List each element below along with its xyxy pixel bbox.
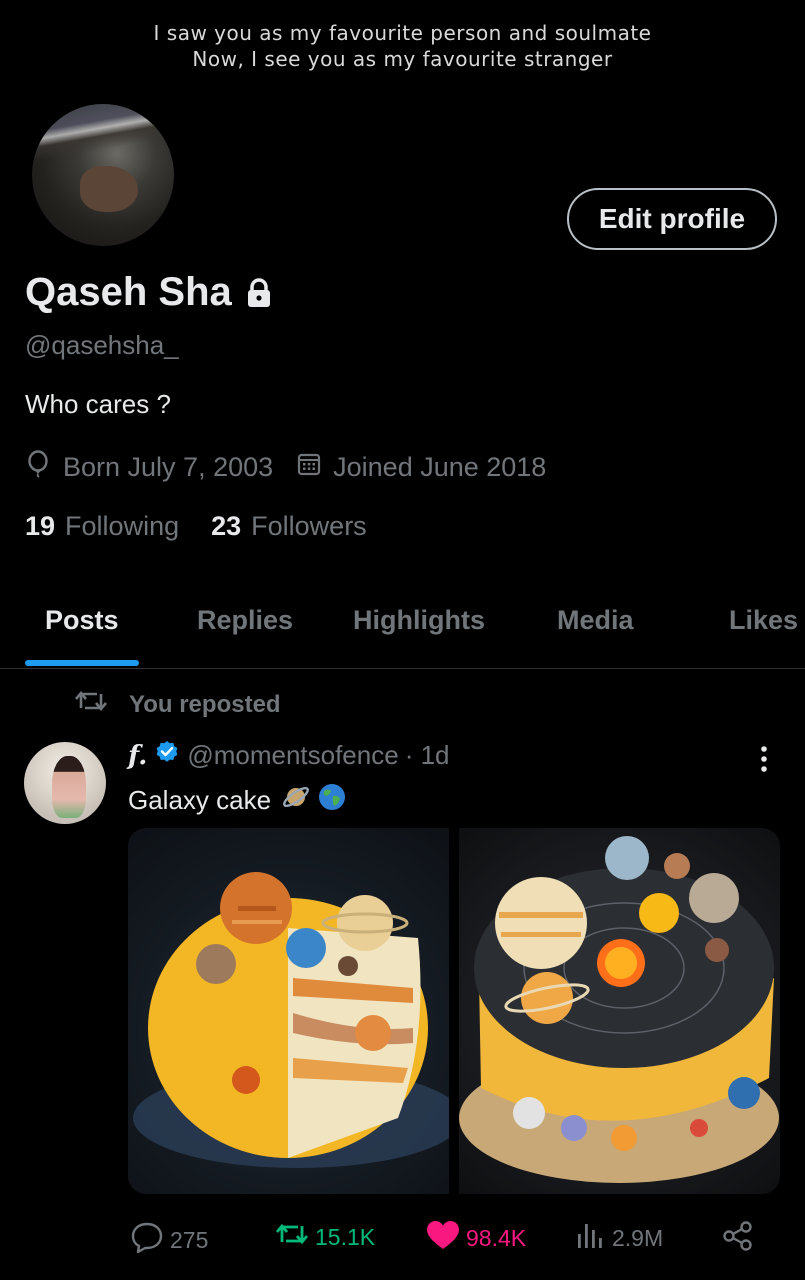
share-button[interactable] bbox=[722, 1220, 760, 1258]
followers-label: Followers bbox=[251, 511, 367, 541]
profile-meta: Born July 7, 2003 Joined June 2018 bbox=[25, 450, 570, 485]
reply-button[interactable]: 275 bbox=[130, 1220, 208, 1260]
reply-count: 275 bbox=[170, 1226, 209, 1253]
birth-date: Born July 7, 2003 bbox=[25, 450, 273, 485]
views-button[interactable]: 2.9M bbox=[576, 1220, 663, 1256]
repost-button[interactable]: 15.1K bbox=[275, 1220, 375, 1254]
calendar-icon bbox=[297, 452, 333, 483]
name-row: Qaseh Sha bbox=[25, 270, 272, 315]
profile-bio: Who cares ? bbox=[25, 389, 171, 419]
profile-tabs: Posts Replies Highlights Media Likes bbox=[0, 590, 805, 669]
views-count: 2.9M bbox=[612, 1224, 664, 1251]
following-label: Following bbox=[65, 511, 180, 541]
joined-date: Joined June 2018 bbox=[297, 452, 546, 483]
tab-highlights[interactable]: Highlights bbox=[353, 605, 485, 636]
tab-replies[interactable]: Replies bbox=[197, 605, 293, 636]
reply-icon bbox=[130, 1220, 170, 1260]
active-tab-indicator bbox=[25, 660, 139, 666]
tab-likes[interactable]: Likes bbox=[729, 605, 798, 636]
like-button[interactable]: 98.4K bbox=[426, 1220, 526, 1256]
post-image-2[interactable] bbox=[459, 828, 780, 1194]
post-actions: 275 15.1K 98.4K 2.9M bbox=[130, 1220, 760, 1260]
profile-avatar[interactable] bbox=[30, 102, 176, 248]
post-author-avatar[interactable] bbox=[24, 742, 106, 824]
post-time[interactable]: · 1d bbox=[405, 740, 450, 771]
ringed-planet-icon bbox=[281, 782, 311, 819]
lock-icon bbox=[246, 277, 272, 308]
repost-icon bbox=[75, 688, 129, 721]
post-author-name[interactable]: f. bbox=[128, 741, 147, 771]
profile-handle: @qasehsha_ bbox=[25, 330, 179, 360]
avatar-hand bbox=[80, 166, 138, 212]
repost-label: You reposted bbox=[129, 690, 281, 718]
balloon-icon bbox=[25, 450, 63, 485]
more-options-icon[interactable] bbox=[752, 744, 776, 774]
following-link[interactable]: 19 Following bbox=[25, 511, 179, 542]
share-icon bbox=[722, 1220, 760, 1258]
born-text: Born July 7, 2003 bbox=[63, 452, 274, 482]
heart-icon bbox=[426, 1220, 466, 1256]
joined-text: Joined June 2018 bbox=[333, 452, 547, 482]
banner-line-1: I saw you as my favourite person and sou… bbox=[153, 21, 652, 45]
followers-count: 23 bbox=[211, 511, 242, 541]
views-icon bbox=[576, 1220, 612, 1256]
banner-line-2: Now, I see you as my favourite stranger bbox=[192, 47, 613, 71]
verified-icon bbox=[155, 740, 179, 771]
post-header: f. @momentsofence · 1d bbox=[128, 740, 450, 771]
repost-count: 15.1K bbox=[315, 1223, 376, 1250]
post-body: Galaxy cake bbox=[128, 785, 272, 815]
edit-profile-button[interactable]: Edit profile bbox=[567, 188, 777, 250]
followers-link[interactable]: 23 Followers bbox=[211, 511, 367, 542]
avatar-wave bbox=[32, 104, 174, 164]
repost-action-icon bbox=[275, 1220, 315, 1254]
repost-context: You reposted bbox=[75, 688, 281, 721]
post-media bbox=[128, 828, 780, 1194]
tab-posts[interactable]: Posts bbox=[45, 605, 119, 636]
tab-media[interactable]: Media bbox=[557, 605, 634, 636]
follow-stats: 19 Following 23 Followers bbox=[25, 511, 399, 542]
like-count: 98.4K bbox=[466, 1224, 527, 1251]
post-image-1[interactable] bbox=[128, 828, 463, 1194]
globe-icon bbox=[317, 782, 347, 819]
avatar-person bbox=[52, 756, 86, 818]
post-text: Galaxy cake bbox=[128, 782, 347, 819]
following-count: 19 bbox=[25, 511, 56, 541]
post-author-handle[interactable]: @momentsofence bbox=[187, 740, 398, 771]
banner-text: I saw you as my favourite person and sou… bbox=[0, 20, 805, 72]
profile-name: Qaseh Sha bbox=[25, 270, 232, 314]
